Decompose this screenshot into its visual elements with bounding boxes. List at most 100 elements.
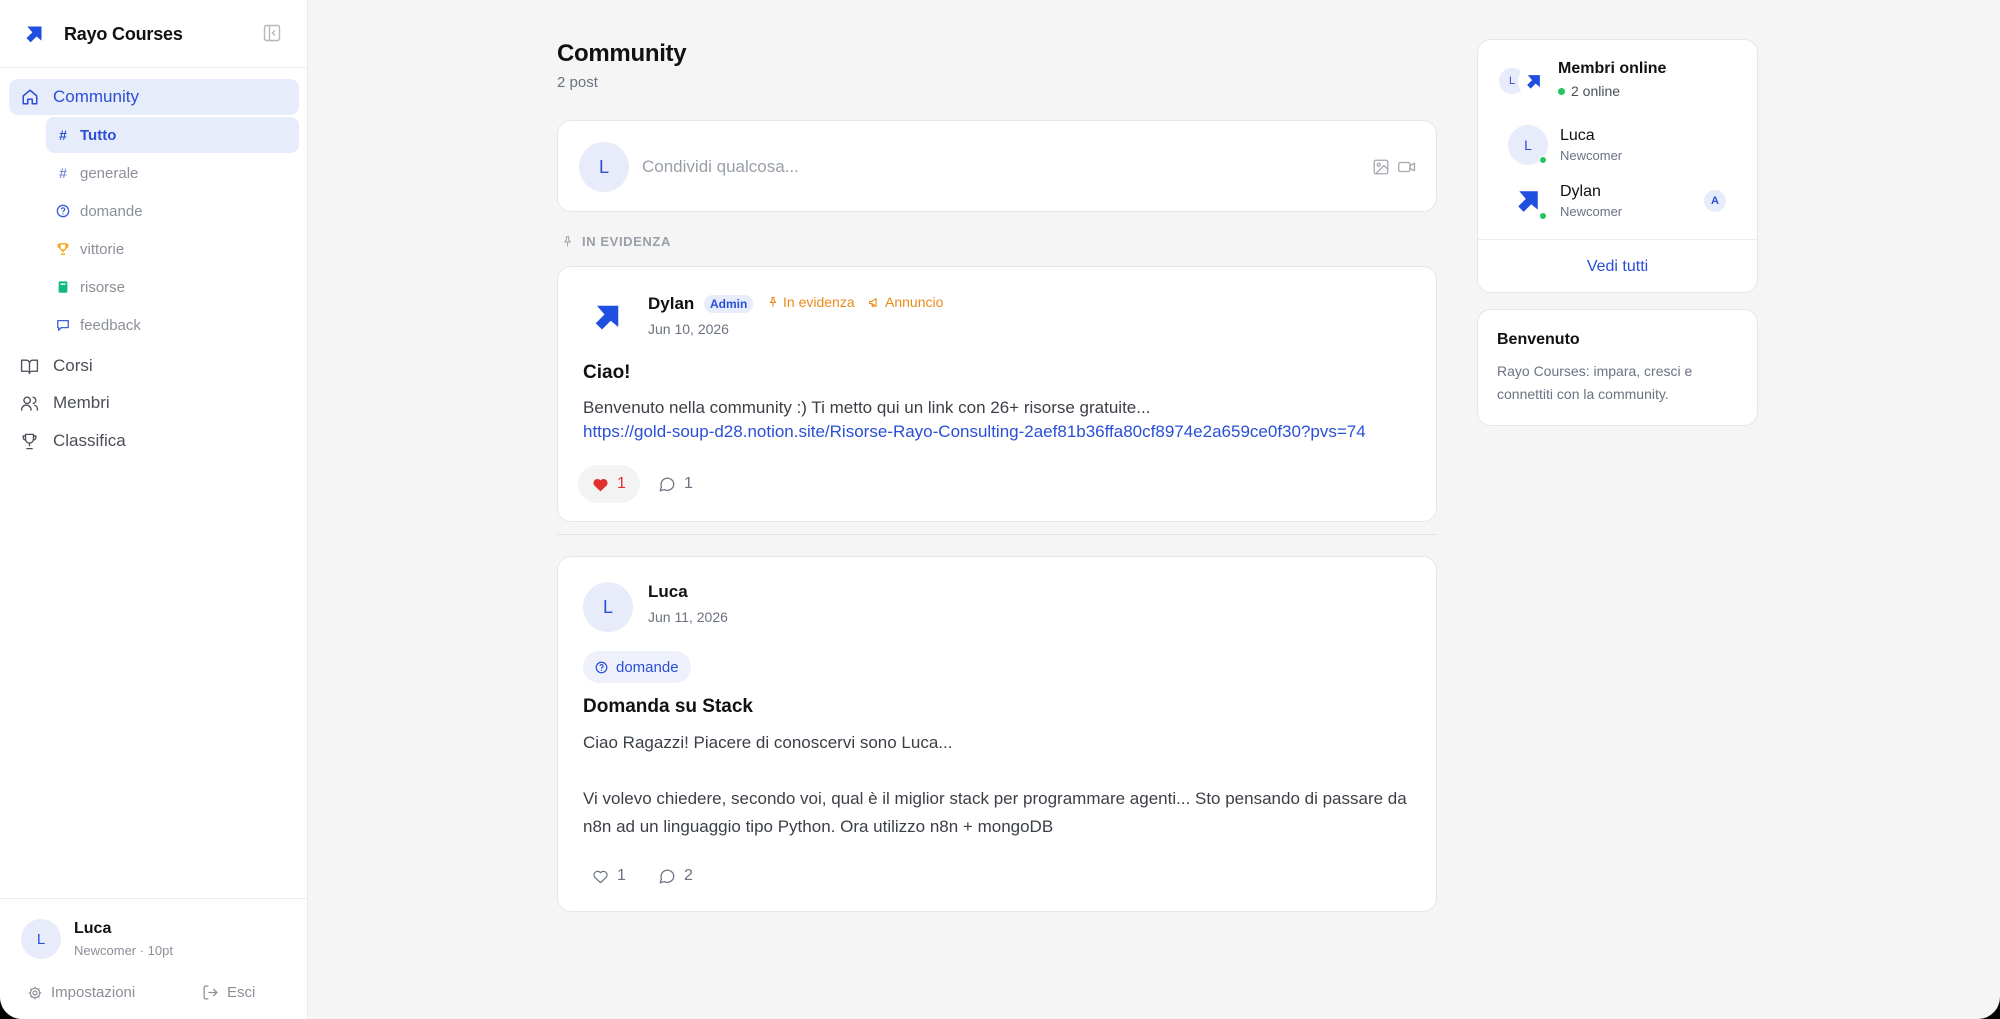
comment-count: 1 <box>684 475 693 492</box>
like-button[interactable]: 1 <box>578 465 640 503</box>
post-link[interactable]: https://gold-soup-d28.notion.site/Risors… <box>583 422 1366 442</box>
channel-feedback[interactable]: feedback <box>46 307 299 343</box>
post-count: 2 post <box>557 74 598 91</box>
sidebar-item-label: Membri <box>53 393 110 412</box>
channel-generale[interactable]: # generale <box>46 155 299 191</box>
pinned-label-text: IN EVIDENZA <box>582 234 671 249</box>
video-icon[interactable] <box>1397 158 1417 176</box>
heart-filled-icon <box>593 478 608 491</box>
book-open-icon <box>20 358 39 374</box>
post-body-paragraph: Vi volevo chiedere, secondo voi, qual è … <box>583 789 1407 836</box>
heart-icon <box>593 870 608 883</box>
channel-tag-chip[interactable]: domande <box>583 651 691 683</box>
channel-label: risorse <box>80 278 126 296</box>
channel-label: feedback <box>80 316 141 334</box>
comment-icon <box>659 477 675 492</box>
post-composer[interactable]: L <box>557 120 1437 212</box>
online-count: 2 online <box>1558 83 1620 99</box>
question-circle-icon <box>595 661 608 673</box>
member-name: Dylan <box>1560 183 1601 200</box>
pinned-section-label: IN EVIDENZA <box>561 234 671 249</box>
logout-button[interactable]: Esci <box>202 984 255 1001</box>
comment-button[interactable]: 2 <box>658 867 693 885</box>
logout-icon <box>203 985 218 1000</box>
pinned-tag-label: In evidenza <box>783 294 855 310</box>
see-all-link[interactable]: Vedi tutti <box>1478 258 1757 276</box>
channel-vittorie[interactable]: vittorie <box>46 231 299 267</box>
channel-label: domande <box>80 202 143 220</box>
channel-domande[interactable]: domande <box>46 193 299 229</box>
sidebar-item-community[interactable]: Community <box>9 79 299 115</box>
online-dot-icon <box>1558 87 1565 95</box>
image-icon[interactable] <box>1372 158 1390 176</box>
brand[interactable]: Rayo Courses <box>24 22 183 46</box>
post-title[interactable]: Domanda su Stack <box>583 696 753 718</box>
composer-input[interactable] <box>642 153 1342 181</box>
post-title[interactable]: Ciao! <box>583 362 631 384</box>
user-name: Luca <box>74 920 112 937</box>
sidebar-divider <box>0 67 308 68</box>
sidebar-item-membri[interactable]: Membri <box>20 388 110 418</box>
welcome-title: Benvenuto <box>1497 331 1580 348</box>
comment-count: 2 <box>684 867 693 884</box>
pin-icon <box>564 236 571 247</box>
avatar[interactable]: L <box>583 582 633 632</box>
app-window: Rayo Courses Community # Tutto # general… <box>0 0 2000 1019</box>
collapse-sidebar-icon[interactable] <box>263 24 281 42</box>
sidebar-item-classifica[interactable]: Classifica <box>20 426 126 456</box>
announcement-tag: Annuncio <box>868 294 943 310</box>
avatar-rayo <box>1518 66 1548 96</box>
admin-badge: Admin <box>704 295 754 313</box>
post-author[interactable]: Dylan <box>648 294 694 314</box>
rayo-logo-avatar <box>595 305 619 330</box>
page-title: Community <box>557 40 687 67</box>
sidebar-item-label: Classifica <box>53 431 126 450</box>
sidebar: Rayo Courses Community # Tutto # general… <box>0 0 308 1019</box>
member-item[interactable]: L Luca Newcomer <box>1508 123 1738 167</box>
gear-icon <box>28 986 42 999</box>
online-count-label: 2 online <box>1571 83 1621 99</box>
member-role: Newcomer <box>1560 204 1623 219</box>
admin-initial-badge: A <box>1704 190 1726 212</box>
trophy-icon <box>22 433 37 449</box>
comment-button[interactable]: 1 <box>658 475 693 493</box>
section-divider <box>557 534 1437 535</box>
sidebar-footer-divider <box>0 898 308 899</box>
pin-icon <box>769 296 777 307</box>
book-icon <box>56 280 70 294</box>
settings-button[interactable]: Impostazioni <box>27 984 135 1001</box>
logout-label: Esci <box>227 984 256 1001</box>
member-name: Luca <box>1560 127 1595 144</box>
users-icon <box>20 395 39 411</box>
settings-label: Impostazioni <box>51 984 136 1001</box>
like-count: 1 <box>617 475 626 492</box>
rayo-logo-icon <box>26 26 42 43</box>
online-status-icon <box>1539 212 1547 220</box>
megaphone-icon <box>869 297 877 307</box>
welcome-card: Benvenuto Rayo Courses: impara, cresci e… <box>1477 309 1758 426</box>
online-status-icon <box>1539 156 1547 164</box>
user-meta: Newcomer · 10pt <box>74 943 173 958</box>
online-members-card: L Membri online 2 online L Luca Newcomer… <box>1477 39 1758 293</box>
like-button[interactable]: 1 <box>578 857 640 895</box>
sidebar-item-corsi[interactable]: Corsi <box>20 351 93 381</box>
question-circle-icon <box>56 204 70 218</box>
rayo-logo-icon <box>1518 191 1538 212</box>
comment-icon <box>659 869 675 884</box>
channel-tutto[interactable]: # Tutto <box>46 117 299 153</box>
hash-icon: # <box>59 127 67 143</box>
avatar: L <box>579 142 629 192</box>
brand-name: Rayo Courses <box>64 23 183 44</box>
avatar[interactable]: L <box>21 919 61 959</box>
channel-label: generale <box>80 164 139 182</box>
home-icon <box>22 89 38 105</box>
trophy-icon <box>56 242 70 256</box>
post-card[interactable]: L Luca Jun 11, 2026 domande Domanda su S… <box>557 556 1437 912</box>
message-square-icon <box>56 318 70 332</box>
post-date: Jun 10, 2026 <box>648 321 729 337</box>
welcome-text: Rayo Courses: impara, cresci e connettit… <box>1497 363 1693 402</box>
post-body: Benvenuto nella community :) Ti metto qu… <box>583 398 1151 417</box>
post-author[interactable]: Luca <box>648 582 688 602</box>
post-card[interactable]: Dylan Admin In evidenza Annuncio Jun 10,… <box>557 266 1437 522</box>
channel-risorse[interactable]: risorse <box>46 269 299 305</box>
